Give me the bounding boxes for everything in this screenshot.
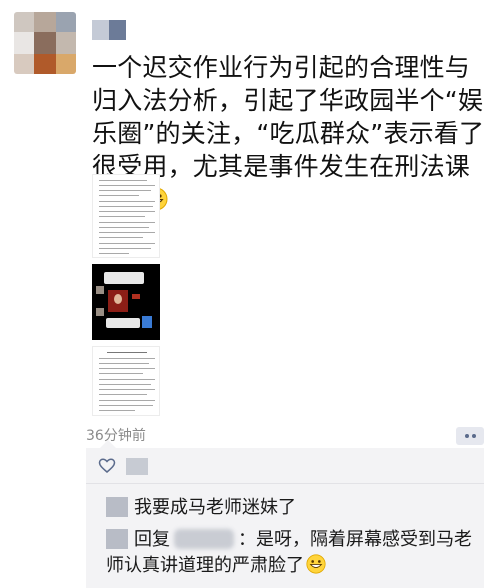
image-thumbnail-chat[interactable] [92,264,160,340]
more-dot [471,434,476,438]
username[interactable] [92,20,126,40]
commenter-name[interactable] [106,529,128,549]
avatar[interactable] [14,12,76,74]
reply-label: 回复 [134,529,170,550]
commenter-name[interactable] [106,497,128,517]
like-row [86,448,484,484]
liker-name[interactable] [126,458,148,475]
image-thumbnail-document-2[interactable] [92,346,160,416]
more-options-button[interactable] [456,427,484,445]
comment-caret [100,440,116,448]
comment-text: 我要成马老师迷妹了 [134,497,296,518]
comment-1[interactable]: 我要成马老师迷妹了 [106,495,476,521]
reply-target-name[interactable] [174,529,234,549]
heart-outline-icon[interactable] [98,457,116,475]
grinning-face-emoji-icon [306,554,326,574]
comment-section: 我要成马老师迷妹了 回复 ：是呀，隔着屏幕感受到马老师认真讲道理的严肃脸了 [86,440,484,588]
more-dots-icon [464,434,469,438]
image-thumbnail-document-1[interactable] [92,174,160,258]
comment-2[interactable]: 回复 ：是呀，隔着屏幕感受到马老师认真讲道理的严肃脸了 [106,527,476,579]
